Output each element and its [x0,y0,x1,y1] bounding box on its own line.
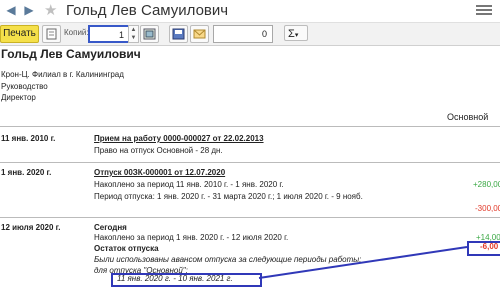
used-value: -300,00 [475,204,500,213]
advance-period: 11 янв. 2020 г. - 10 янв. 2021 г. [117,274,233,283]
number-input[interactable]: 0 [213,25,273,43]
chevron-down-icon: ▾ [294,32,299,39]
menu-icon[interactable] [476,3,492,17]
floppy-disk-icon [172,28,185,40]
divider [0,162,500,163]
section-date: 12 июля 2020 г. [1,223,61,232]
page-setup-icon [143,28,156,40]
title-bar: ◀ ▶ ★ Гольд Лев Самуилович [0,0,500,20]
highlight-connector [258,246,468,279]
info-line: Руководство [1,82,48,91]
info-line: Директор [1,93,36,102]
send-email-button[interactable] [190,25,209,43]
section-date: 1 янв. 2020 г. [1,168,52,177]
favorite-star-icon[interactable]: ★ [44,1,57,19]
sum-dropdown[interactable]: Σ▾ [284,25,308,41]
report-document: Гольд Лев Самуилович Крон-Ц. Филиал в г.… [0,45,500,300]
section-line: Период отпуска: 1 янв. 2020 г. - 31 март… [94,192,363,201]
balance-heading: Остаток отпуска [94,244,159,253]
forward-icon[interactable]: ▶ [22,3,36,17]
page-setup-button[interactable] [140,25,159,43]
section-date: 11 янв. 2010 г. [1,134,56,143]
section-heading-link[interactable]: Прием на работу 0000-000027 от 22.02.201… [94,134,264,143]
copies-input[interactable]: 1 [88,25,130,43]
divider [0,126,500,127]
balance-value: -6,00 [480,242,499,251]
envelope-icon [193,29,206,39]
number-value: 0 [261,29,267,39]
section-heading-link[interactable]: Отпуск 00ЗК-000001 от 12.07.2020 [94,168,225,177]
employee-name: Гольд Лев Самуилович [1,47,141,61]
divider [0,217,500,218]
copies-label: Копий: [64,28,89,37]
section-heading: Сегодня [94,223,127,232]
sum-icon: Σ [288,28,295,40]
toolbar: Печать Копий: 1 ▲ ▼ 0 Σ▾ [0,22,500,46]
print-button[interactable]: Печать [0,25,39,43]
copies-value: 1 [118,30,124,40]
preview-button[interactable] [42,25,61,43]
back-icon[interactable]: ◀ [4,3,18,17]
section-line: Право на отпуск Основной - 28 дн. [94,146,223,155]
copies-stepper[interactable]: ▲ ▼ [128,25,139,43]
section-line: Накоплено за период 11 янв. 2010 г. - 1 … [94,180,284,189]
save-button[interactable] [169,25,188,43]
info-line: Крон-Ц. Филиал в г. Калининград [1,70,124,79]
section-line: Накоплено за период 1 янв. 2020 г. - 12 … [94,233,289,242]
accrued-value: +280,00 [473,180,500,189]
column-header: Основной [447,112,489,122]
window-title: Гольд Лев Самуилович [66,2,229,19]
print-preview-icon [46,28,57,40]
